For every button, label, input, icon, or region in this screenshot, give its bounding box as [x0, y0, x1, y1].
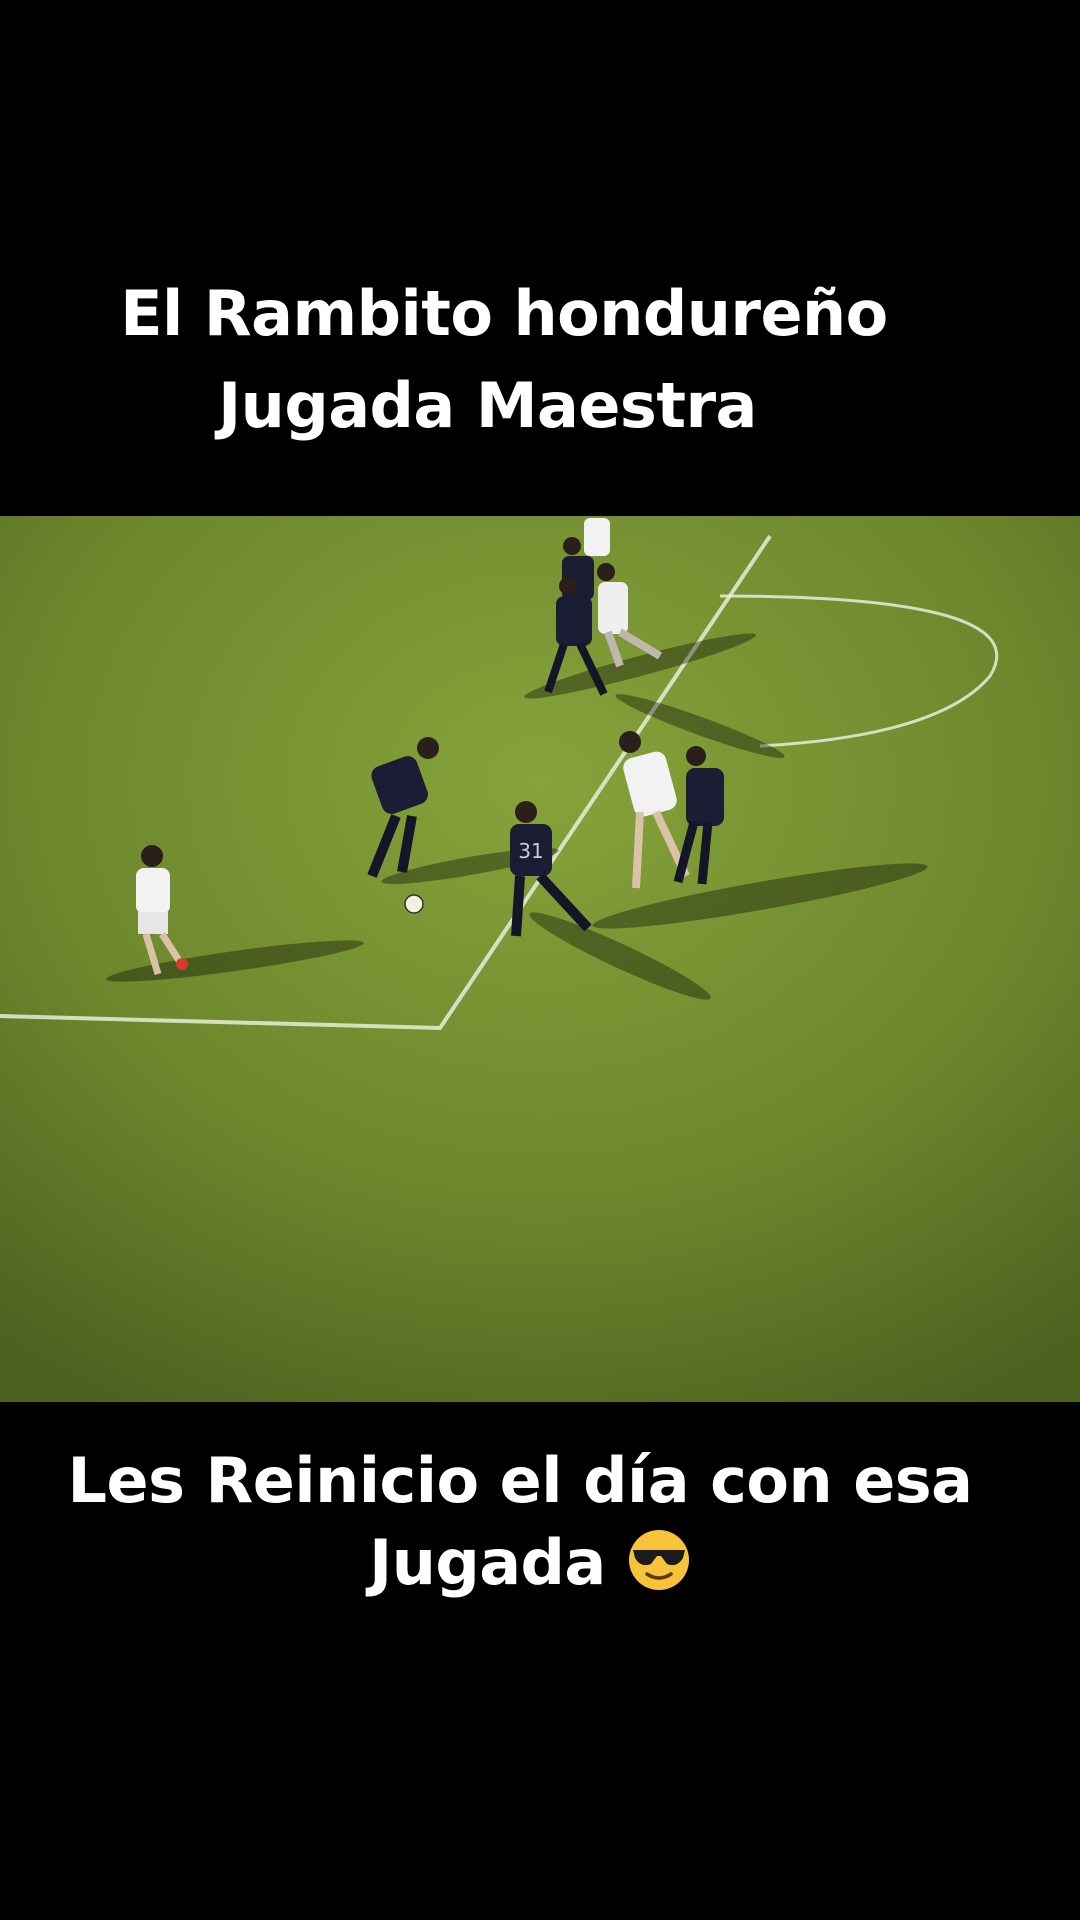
ball: [404, 894, 424, 914]
top-caption-line-2: Jugada Maestra: [218, 369, 757, 442]
sunglasses-face-icon: [628, 1530, 689, 1590]
video-frame[interactable]: 31: [0, 516, 1080, 1402]
top-caption: El Rambito hondureño Jugada Maestra: [0, 268, 1080, 452]
pitch-grass: [0, 516, 1080, 1402]
bottom-caption-line-2: Jugada: [0, 1522, 1080, 1604]
bottom-caption-line-2-text: Jugada: [369, 1526, 606, 1599]
football-pitch-scene: 31: [0, 516, 1080, 1402]
bottom-caption-line-1: Les Reinicio el día con esa: [67, 1444, 973, 1517]
top-caption-line-1: El Rambito hondureño: [120, 277, 888, 350]
jersey-number: 31: [518, 839, 543, 863]
bottom-caption: Les Reinicio el día con esa Jugada: [0, 1440, 1080, 1604]
